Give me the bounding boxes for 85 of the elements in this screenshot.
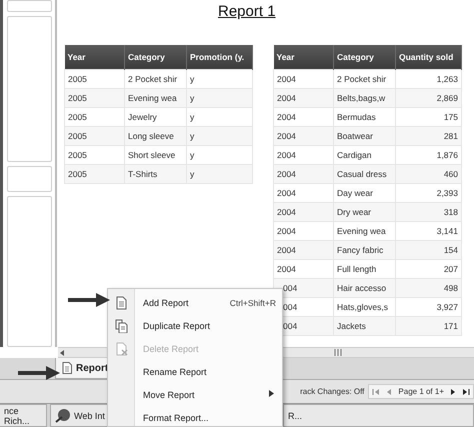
table-cell: 2,393 — [396, 183, 462, 202]
table-cell: Dry wear — [334, 202, 396, 221]
table-cell: 2005 — [64, 69, 124, 88]
table-cell: 2 Pocket shir — [124, 69, 186, 88]
table-cell: Short sleeve — [124, 145, 186, 164]
table-cell: Casual dress — [334, 164, 396, 183]
table-cell: 2,869 — [396, 88, 462, 107]
table-cell: y — [186, 88, 252, 107]
table-cell: Day wear — [334, 183, 396, 202]
table-cell: 2004 — [274, 240, 334, 259]
table-cell: Long sleeve — [124, 126, 186, 145]
table-cell: 460 — [396, 164, 462, 183]
table-cell: 175 — [396, 107, 462, 126]
table-cell: Full length — [334, 259, 396, 278]
table-cell: 2005 — [64, 107, 124, 126]
menu-item[interactable]: Format Report... — [108, 406, 282, 427]
menu-item[interactable]: Move Report — [108, 383, 282, 406]
table-cell: 2005 — [64, 145, 124, 164]
table-cell: Cardigan — [334, 145, 396, 164]
table-cell: 2004 — [274, 183, 334, 202]
column-header: Year — [64, 45, 124, 69]
last-page-icon[interactable] — [462, 388, 470, 396]
documents-icon — [114, 318, 128, 332]
table-cell: Hair accesso — [334, 278, 396, 297]
side-panel — [7, 166, 52, 192]
table-cell: y — [186, 107, 252, 126]
table-cell: 3,927 — [396, 297, 462, 316]
table-cell: 2004 — [274, 126, 334, 145]
table-cell: 2004 — [274, 88, 334, 107]
column-header: Year — [274, 45, 334, 69]
next-page-icon[interactable] — [449, 388, 457, 396]
table-cell: 318 — [396, 202, 462, 221]
table-cell: 2004 — [274, 145, 334, 164]
scrollbar-grip-icon — [334, 349, 342, 356]
table-cell: 2005 — [64, 88, 124, 107]
table-cell: Boatwear — [334, 126, 396, 145]
table-cell: 281 — [396, 126, 462, 145]
table-cell: 3,141 — [396, 221, 462, 240]
column-header: Category — [334, 45, 396, 69]
table-cell: 2004 — [274, 164, 334, 183]
table-cell: 2004 — [274, 69, 334, 88]
table-cell: 2 Pocket shir — [334, 69, 396, 88]
table-cell: Bermudas — [334, 107, 396, 126]
column-header: Quantity sold — [396, 45, 462, 69]
table-cell: Belts,bags,w — [334, 88, 396, 107]
table-cell: 498 — [396, 278, 462, 297]
document-icon — [62, 362, 72, 374]
previous-page-icon[interactable] — [385, 388, 394, 396]
table-cell: Evening wea — [124, 88, 186, 107]
table-cell: y — [186, 69, 252, 88]
table-cell: T-Shirts — [124, 164, 186, 183]
document-icon — [114, 296, 128, 310]
sphere-icon — [55, 408, 71, 424]
pointer-arrow-icon — [68, 293, 110, 307]
table-cell: 2004 — [274, 259, 334, 278]
table-cell: 2004 — [274, 107, 334, 126]
taskbar-button[interactable]: nce Rich... — [0, 404, 47, 427]
table-cell: 2004 — [274, 202, 334, 221]
table-cell: Jewelry — [124, 107, 186, 126]
table-cell: y — [186, 145, 252, 164]
table-cell: 154 — [396, 240, 462, 259]
table-cell: 1,876 — [396, 145, 462, 164]
table-cell: Jackets — [334, 316, 396, 335]
column-header: Category — [124, 45, 186, 69]
table-cell: Evening wea — [334, 221, 396, 240]
table-cell: 1,263 — [396, 69, 462, 88]
side-panel — [7, 0, 52, 12]
table-cell: Fancy fabric — [334, 240, 396, 259]
pointer-arrow-icon — [18, 366, 60, 380]
page-indicator: Page 1 of 1+ — [398, 387, 444, 396]
table-cell: 171 — [396, 316, 462, 335]
table-cell: Hats,gloves,s — [334, 297, 396, 316]
first-page-icon[interactable] — [372, 388, 380, 396]
column-header: Promotion (y. — [186, 45, 252, 69]
table-cell: 207 — [396, 259, 462, 278]
table-cell: y — [186, 126, 252, 145]
delete-document-icon — [114, 342, 128, 356]
table-cell: 2005 — [64, 164, 124, 183]
table-cell: y — [186, 164, 252, 183]
report-title: Report 1 — [218, 3, 276, 22]
taskbar-button[interactable]: R... — [283, 404, 474, 427]
table-cell: 2005 — [64, 126, 124, 145]
track-changes-label: rack Changes: Off — [300, 387, 364, 396]
table-cell: 2004 — [274, 221, 334, 240]
submenu-arrow-icon — [269, 390, 274, 397]
